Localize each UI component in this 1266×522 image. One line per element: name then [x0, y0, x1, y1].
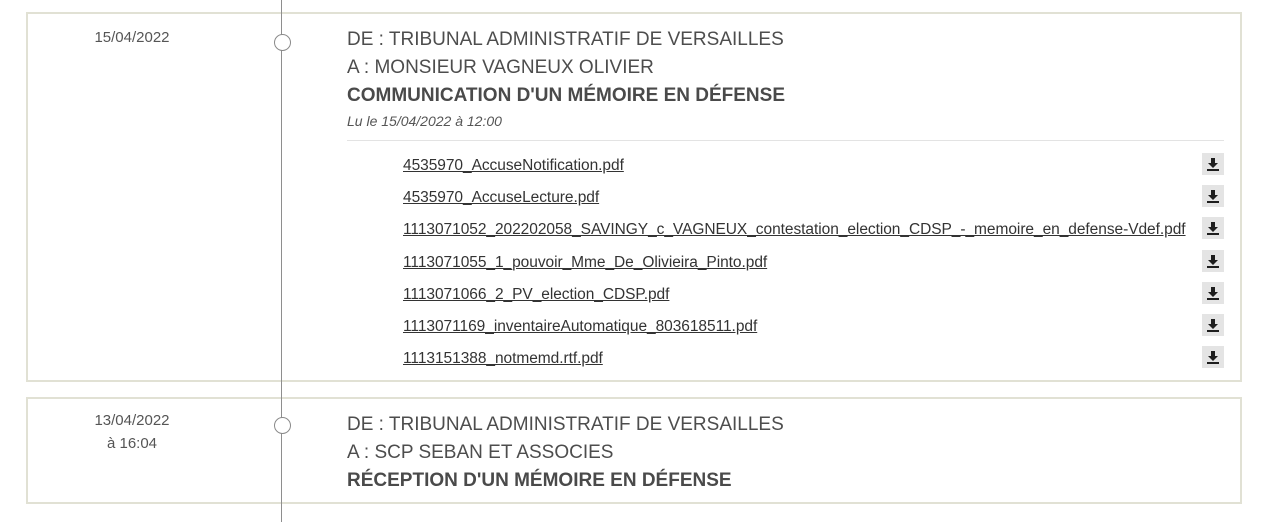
- download-button[interactable]: [1202, 346, 1224, 369]
- download-button[interactable]: [1202, 281, 1224, 304]
- download-button[interactable]: [1202, 313, 1224, 336]
- entry-content: DE : TRIBUNAL ADMINISTRATIF DE VERSAILLE…: [347, 26, 1224, 375]
- download-icon: [1207, 222, 1219, 236]
- download-icon: [1207, 318, 1219, 332]
- attachment-list: 4535970_AccuseNotification.pdf 4535970_Ac…: [347, 150, 1224, 375]
- download-button[interactable]: [1202, 217, 1224, 240]
- sender: DE : TRIBUNAL ADMINISTRATIF DE VERSAILLE…: [347, 414, 784, 435]
- entry-date: 15/04/2022: [94, 29, 170, 46]
- attachment-link[interactable]: 1113071052_202202058_SAVINGY_c_VAGNEUX_c…: [403, 221, 1186, 239]
- entry-subject: RÉCEPTION D'UN MÉMOIRE EN DÉFENSE: [347, 470, 732, 491]
- entry-subject: COMMUNICATION D'UN MÉMOIRE EN DÉFENSE: [347, 85, 786, 106]
- entry-date-time: à 16:04: [106, 435, 158, 452]
- timeline-entry: 13/04/2022 à 16:04 DE : TRIBUNAL ADMINIS…: [26, 397, 1242, 504]
- timeline-line: [281, 0, 282, 522]
- attachment-row: 1113151388_notmemd.rtf.pdf: [347, 343, 1224, 375]
- attachment-row: 4535970_AccuseNotification.pdf: [347, 150, 1224, 182]
- attachment-row: 1113071066_2_PV_election_CDSP.pdf: [347, 279, 1224, 311]
- entry-date: 13/04/2022 à 16:04: [28, 409, 236, 455]
- download-button[interactable]: [1202, 185, 1224, 208]
- entry-content: DE : TRIBUNAL ADMINISTRATIF DE VERSAILLE…: [347, 411, 1224, 495]
- download-icon: [1207, 158, 1219, 171]
- timeline-node-icon: [274, 34, 291, 51]
- download-icon: [1207, 254, 1219, 268]
- download-icon: [1207, 351, 1219, 365]
- recipient: A : SCP SEBAN ET ASSOCIES: [347, 442, 614, 463]
- recipient: A : MONSIEUR VAGNEUX OLIVIER: [347, 57, 654, 78]
- timeline-entry: 15/04/2022 DE : TRIBUNAL ADMINISTRATIF D…: [26, 12, 1242, 382]
- attachment-row: 1113071052_202202058_SAVINGY_c_VAGNEUX_c…: [347, 214, 1224, 246]
- download-button[interactable]: [1202, 249, 1224, 272]
- attachment-link[interactable]: 1113071066_2_PV_election_CDSP.pdf: [403, 286, 669, 304]
- attachment-link[interactable]: 1113071169_inventaireAutomatique_8036185…: [403, 318, 757, 336]
- download-button[interactable]: [1202, 153, 1224, 175]
- timeline-node-icon: [274, 417, 291, 434]
- attachment-row: 4535970_AccuseLecture.pdf: [347, 182, 1224, 214]
- separator: [347, 140, 1224, 141]
- download-icon: [1207, 286, 1219, 300]
- attachment-link[interactable]: 1113071055_1_pouvoir_Mme_De_Olivieira_Pi…: [403, 254, 767, 272]
- attachment-link[interactable]: 1113151388_notmemd.rtf.pdf: [403, 350, 603, 368]
- download-icon: [1207, 190, 1219, 204]
- sender: DE : TRIBUNAL ADMINISTRATIF DE VERSAILLE…: [347, 29, 784, 50]
- attachment-row: 1113071055_1_pouvoir_Mme_De_Olivieira_Pi…: [347, 247, 1224, 279]
- read-status: Lu le 15/04/2022 à 12:00: [347, 113, 502, 129]
- entry-date-day: 13/04/2022: [94, 412, 170, 429]
- attachment-link[interactable]: 4535970_AccuseLecture.pdf: [403, 189, 599, 207]
- attachment-link[interactable]: 4535970_AccuseNotification.pdf: [403, 157, 624, 175]
- attachment-row: 1113071169_inventaireAutomatique_8036185…: [347, 311, 1224, 343]
